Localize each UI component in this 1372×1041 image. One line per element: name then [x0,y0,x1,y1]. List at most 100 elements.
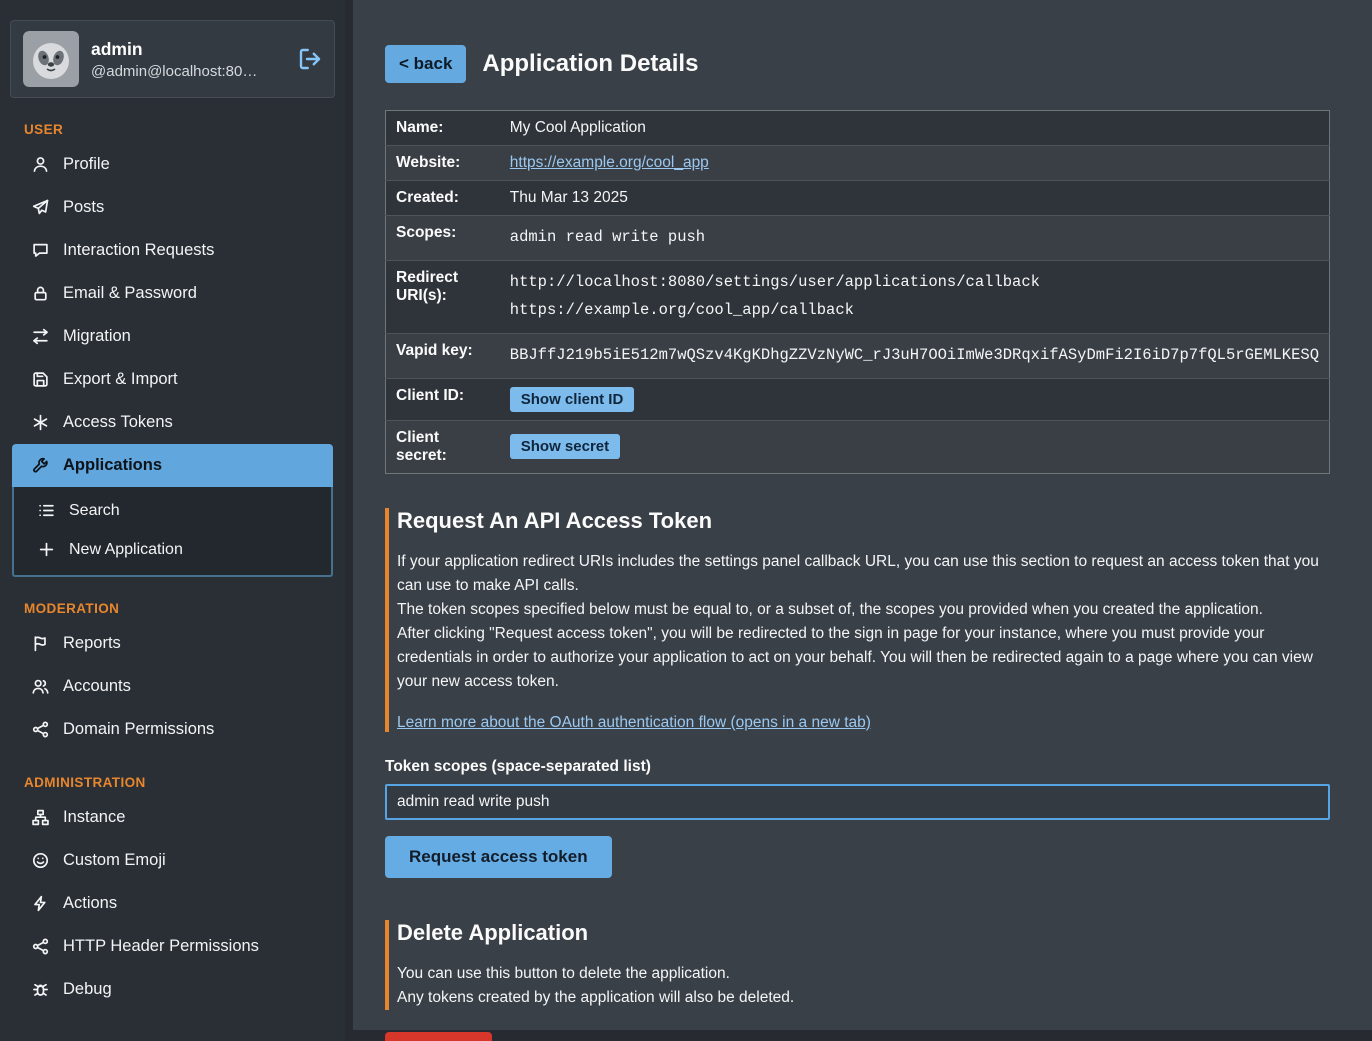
sidebar-item-label: Profile [63,154,110,175]
row-value: https://example.org/cool_app [500,146,1330,181]
bolt-icon [32,895,49,912]
table-row-scopes: Scopes: admin read write push [386,216,1330,261]
row-label: Scopes: [386,216,500,261]
sidebar-item-accounts[interactable]: Accounts [0,665,345,708]
applications-subnav: Search New Application [12,487,333,577]
row-value: http://localhost:8080/settings/user/appl… [500,260,1330,333]
share-nodes-icon [32,721,49,738]
row-value: BBJffJ219b5iE512m7wQSzv4KgKDhgZZVzNyWC_r… [500,333,1330,378]
save-icon [32,371,49,388]
oauth-docs-link[interactable]: Learn more about the OAuth authenticatio… [397,714,871,732]
section-title: Request An API Access Token [397,508,1330,534]
section-paragraph: The token scopes specified below must be… [397,598,1330,622]
delete-button[interactable]: Delete [385,1032,492,1041]
sidebar-item-label: Custom Emoji [63,850,166,871]
redirect-uri-line: http://localhost:8080/settings/user/appl… [510,269,1319,297]
show-client-id-button[interactable]: Show client ID [510,387,635,412]
row-value: Show secret [500,420,1330,473]
sidebar-item-label: Export & Import [63,369,178,390]
section-title: Delete Application [397,920,1330,946]
sidebar-item-profile[interactable]: Profile [0,143,345,186]
user-card: admin @admin@localhost:80… [10,20,335,98]
token-scopes-input[interactable] [385,784,1330,820]
sidebar-item-email-password[interactable]: Email & Password [0,272,345,315]
sidebar-item-http-header-permissions[interactable]: HTTP Header Permissions [0,925,345,968]
sidebar-item-instance[interactable]: Instance [0,796,345,839]
plus-icon [38,541,55,558]
sign-out-icon[interactable] [298,47,322,71]
sidebar-item-migration[interactable]: Migration [0,315,345,358]
row-label: Created: [386,181,500,216]
row-value: My Cool Application [500,111,1330,146]
sitemap-icon [32,809,49,826]
user-meta: admin @admin@localhost:80… [91,39,286,80]
sidebar-item-applications[interactable]: Applications [12,444,333,487]
list-icon [38,502,55,519]
sidebar-item-reports[interactable]: Reports [0,622,345,665]
show-secret-button[interactable]: Show secret [510,434,620,459]
sidebar-item-label: Actions [63,893,117,914]
sidebar-item-label: New Application [69,539,183,560]
sidebar-item-applications-search[interactable]: Search [14,491,331,530]
delete-application-section: Delete Application You can use this butt… [385,920,1330,1010]
sidebar-item-label: Migration [63,326,131,347]
page-header: < back Application Details [385,45,1330,83]
application-details-panel: < back Application Details Name: My Cool… [353,0,1372,1030]
users-icon [32,678,49,695]
page-title: Application Details [482,50,698,78]
sidebar-item-label: Instance [63,807,125,828]
row-label: Name: [386,111,500,146]
row-label: Client secret: [386,420,500,473]
sidebar-item-posts[interactable]: Posts [0,186,345,229]
back-button[interactable]: < back [385,45,466,83]
redirect-uri-line: https://example.org/cool_app/callback [510,297,1319,325]
user-handle: @admin@localhost:80… [91,63,286,80]
section-paragraph: After clicking "Request access token", y… [397,622,1330,694]
sidebar-item-interaction-requests[interactable]: Interaction Requests [0,229,345,272]
sidebar-item-label: Posts [63,197,104,218]
sidebar-item-domain-permissions[interactable]: Domain Permissions [0,708,345,751]
lock-icon [32,285,49,302]
table-row-client-id: Client ID: Show client ID [386,378,1330,420]
table-row-website: Website: https://example.org/cool_app [386,146,1330,181]
section-paragraph: You can use this button to delete the ap… [397,962,1330,986]
flag-icon [32,635,49,652]
sidebar-item-label: HTTP Header Permissions [63,936,259,957]
sidebar-item-label: Reports [63,633,121,654]
row-label: Vapid key: [386,333,500,378]
token-scopes-label: Token scopes (space-separated list) [385,758,1330,776]
row-label: Redirect URI(s): [386,260,500,333]
row-value: admin read write push [500,216,1330,261]
main-area: < back Application Details Name: My Cool… [345,0,1372,1041]
request-token-section: Request An API Access Token If your appl… [385,508,1330,732]
sidebar-item-label: Email & Password [63,283,197,304]
table-row-name: Name: My Cool Application [386,111,1330,146]
user-icon [32,156,49,173]
user-name: admin [91,39,286,60]
table-row-client-secret: Client secret: Show secret [386,420,1330,473]
bug-icon [32,981,49,998]
request-access-token-button[interactable]: Request access token [385,836,612,878]
sidebar-item-new-application[interactable]: New Application [14,530,331,569]
table-row-created: Created: Thu Mar 13 2025 [386,181,1330,216]
sidebar-item-label: Accounts [63,676,131,697]
table-row-vapid-key: Vapid key: BBJffJ219b5iE512m7wQSzv4KgKDh… [386,333,1330,378]
website-link[interactable]: https://example.org/cool_app [510,154,709,171]
sidebar-item-actions[interactable]: Actions [0,882,345,925]
section-paragraph: If your application redirect URIs includ… [397,550,1330,598]
row-label: Website: [386,146,500,181]
section-label-administration: ADMINISTRATION [24,775,345,790]
smile-icon [32,852,49,869]
transfer-icon [32,328,49,345]
sidebar: admin @admin@localhost:80… USER Profile … [0,0,345,1041]
share-nodes-icon [32,938,49,955]
sidebar-item-label: Access Tokens [63,412,173,433]
section-paragraph: Any tokens created by the application wi… [397,986,1330,1010]
sidebar-item-label: Domain Permissions [63,719,214,740]
wrench-icon [32,457,49,474]
sidebar-item-access-tokens[interactable]: Access Tokens [0,401,345,444]
sidebar-item-debug[interactable]: Debug [0,968,345,1011]
sidebar-item-label: Applications [63,455,162,476]
sidebar-item-export-import[interactable]: Export & Import [0,358,345,401]
sidebar-item-custom-emoji[interactable]: Custom Emoji [0,839,345,882]
